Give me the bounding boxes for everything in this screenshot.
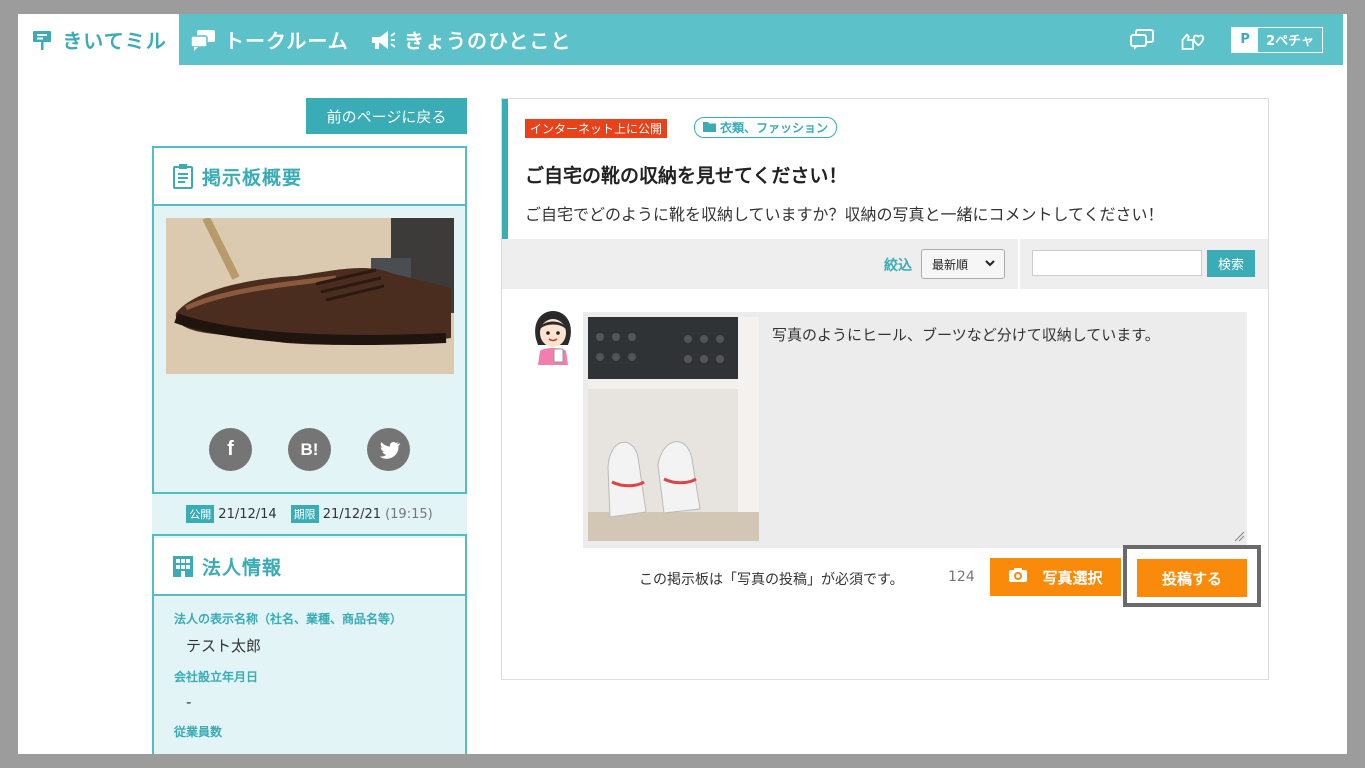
tab-kiitemiru[interactable]: きいてミル bbox=[18, 14, 179, 65]
board-main-panel: インターネット上に公開 衣類、ファッション ご自宅の靴の収納を見せてください！ … bbox=[501, 98, 1269, 680]
sort-selected-value: 最新順 bbox=[932, 257, 969, 272]
tab-label: きいてミル bbox=[62, 29, 167, 53]
top-navigation-bar: きいてミル トークルーム きょうのひとこと P 2ペチャ bbox=[18, 14, 1343, 65]
corp-field-label: 従業員数 bbox=[174, 725, 223, 739]
building-icon bbox=[172, 554, 194, 578]
avatar bbox=[528, 309, 578, 365]
publish-tag: 公開 bbox=[186, 505, 215, 523]
deadline-tag: 期限 bbox=[290, 505, 319, 523]
search-input[interactable] bbox=[1032, 250, 1202, 276]
likes-hand-heart-icon[interactable] bbox=[1179, 27, 1209, 53]
user-badge: P bbox=[1232, 27, 1259, 52]
tab-label: トークルーム bbox=[224, 29, 349, 53]
board-dates: 公開 21/12/14 期限 21/12/21 (19:15) bbox=[152, 492, 467, 536]
deadline-time: (19:15) bbox=[385, 506, 433, 522]
photo-required-note: この掲示板は「写真の投稿」が必須です。 bbox=[639, 572, 904, 588]
topic-title: ご自宅の靴の収納を見せてください！ bbox=[525, 165, 848, 187]
category-badge[interactable]: 衣類、ファッション bbox=[694, 117, 838, 138]
corp-info-heading: 法人情報 bbox=[154, 538, 465, 596]
twitter-share-icon[interactable] bbox=[367, 428, 410, 471]
tab-label: きょうのひとこと bbox=[404, 29, 572, 53]
user-name: 2ペチャ bbox=[1266, 34, 1314, 49]
category-label: 衣類、ファッション bbox=[720, 121, 829, 135]
corp-field-value: テスト太郎 bbox=[186, 637, 262, 655]
topic-description: ご自宅でどのように靴を収納していますか？収納の写真と一緒にコメントしてください！ bbox=[525, 205, 1164, 224]
sort-select[interactable]: 最新順 bbox=[921, 249, 1005, 279]
divider bbox=[1018, 239, 1020, 289]
submit-post-button[interactable]: 投稿する bbox=[1137, 559, 1247, 597]
remaining-char-count: 124 bbox=[948, 569, 975, 585]
corp-field-label: 法人の表示名称（社名、業種、商品名等） bbox=[174, 612, 403, 626]
resize-handle-icon[interactable] bbox=[1233, 527, 1245, 546]
back-button[interactable]: 前のページに戻る bbox=[306, 98, 467, 134]
filter-bar: 絞込 最新順 検索 bbox=[502, 239, 1268, 289]
tab-kyou-no-hitokoto[interactable]: きょうのひとこと bbox=[370, 14, 571, 65]
signboard-icon bbox=[30, 28, 54, 52]
post-photo-preview[interactable] bbox=[588, 317, 759, 541]
megaphone-icon bbox=[370, 28, 396, 52]
chat-bubbles-icon bbox=[190, 29, 216, 51]
tab-talkroom[interactable]: トークルーム bbox=[190, 14, 349, 65]
select-photo-button[interactable]: 写真選択 bbox=[990, 558, 1121, 596]
user-account-menu[interactable]: P 2ペチャ bbox=[1231, 26, 1323, 53]
post-textarea[interactable]: 写真のようにヒール、ブーツなど分けて収納しています。 bbox=[583, 312, 1247, 548]
facebook-share-icon[interactable]: f bbox=[209, 428, 252, 471]
visibility-badge: インターネット上に公開 bbox=[525, 119, 668, 138]
search-button[interactable]: 検索 bbox=[1207, 250, 1255, 277]
board-sidebar: 掲示板概要 f B! 公開 21/12/14 期限 21/12/21 (19:1… bbox=[152, 146, 467, 768]
camera-icon bbox=[1008, 567, 1028, 587]
deadline-date: 21/12/21 bbox=[322, 506, 382, 522]
corp-info-title: 法人情報 bbox=[202, 556, 283, 579]
topic-header: インターネット上に公開 衣類、ファッション ご自宅の靴の収納を見せてください！ … bbox=[502, 99, 1268, 239]
corp-field-label: 会社設立年月日 bbox=[174, 670, 259, 684]
share-buttons: f B! bbox=[154, 428, 465, 471]
post-text: 写真のようにヒール、ブーツなど分けて収納しています。 bbox=[772, 326, 1160, 344]
select-photo-label: 写真選択 bbox=[1042, 568, 1103, 587]
folder-icon bbox=[703, 121, 716, 135]
clipboard-icon bbox=[172, 163, 194, 189]
overview-title: 掲示板概要 bbox=[202, 166, 303, 189]
publish-date: 21/12/14 bbox=[218, 506, 277, 522]
hatena-bookmark-icon[interactable]: B! bbox=[288, 428, 331, 471]
board-image bbox=[166, 218, 454, 374]
submit-highlight: 投稿する bbox=[1123, 545, 1261, 607]
overview-heading: 掲示板概要 bbox=[154, 148, 465, 206]
corp-info-fields: 法人の表示名称（社名、業種、商品名等） テスト太郎 会社設立年月日 - 従業員数 bbox=[174, 610, 454, 748]
corp-field-value: - bbox=[186, 693, 192, 711]
filter-label: 絞込 bbox=[884, 258, 912, 274]
messages-icon[interactable] bbox=[1127, 27, 1157, 53]
chevron-down-icon bbox=[984, 257, 996, 272]
